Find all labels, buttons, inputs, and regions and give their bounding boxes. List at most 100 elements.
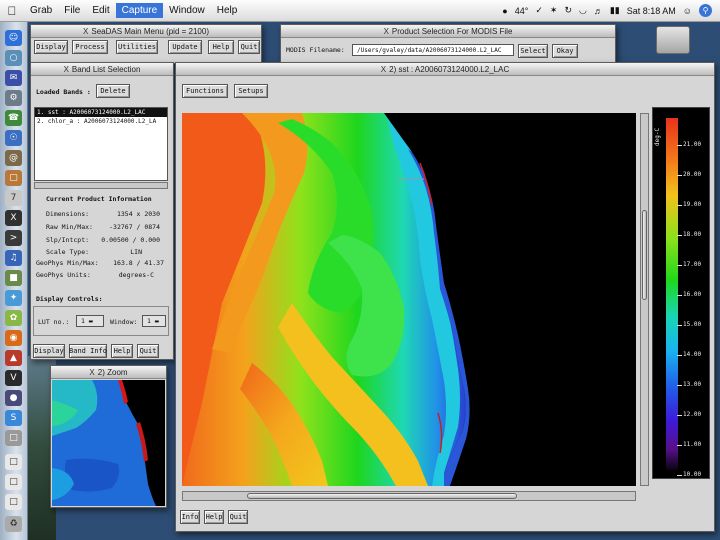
image-window-titlebar[interactable]: X 2) sst : A2006073124000.L2_LAC: [176, 63, 714, 76]
display-controls-label: Display Controls:: [36, 295, 103, 303]
help-button[interactable]: Help: [208, 40, 234, 54]
band-info-button[interactable]: Band Info: [69, 344, 107, 358]
zoom-title: 2) Zoom: [97, 367, 128, 377]
temperature-readout: 44°: [514, 5, 529, 16]
volume-icon[interactable]: ♬: [594, 6, 603, 16]
colorbar-ticks: 21.00 20.00 19.00 18.00 17.00 16.00 15.00 14.00…: [652, 107, 710, 479]
colorbar-tick: [677, 385, 682, 386]
colorbar-tick: [677, 175, 682, 176]
quit-button[interactable]: Quit: [238, 40, 260, 54]
skype-icon[interactable]: S: [5, 410, 22, 426]
zoom-titlebar[interactable]: X 2) Zoom: [51, 366, 166, 379]
setups-button[interactable]: Setups: [234, 84, 268, 98]
vpn-icon[interactable]: V: [5, 370, 22, 386]
menu-file[interactable]: File: [58, 3, 86, 18]
menu-edit[interactable]: Edit: [86, 3, 115, 18]
menu-help[interactable]: Help: [211, 3, 244, 18]
band-listbox[interactable]: 1. sst : A2006073124000.L2_LAC 2. chlor_…: [34, 107, 168, 181]
finder-icon[interactable]: ☺: [5, 30, 22, 46]
documents-icon[interactable]: □: [5, 430, 22, 446]
colorbar-tick: [677, 235, 682, 236]
document-icon-1[interactable]: □: [5, 454, 22, 470]
scale-type-value: LIN: [130, 248, 142, 256]
delete-button[interactable]: Delete: [96, 84, 130, 98]
dropdown-arrow-icon: ▬: [154, 317, 159, 325]
menu-grab[interactable]: Grab: [24, 3, 58, 18]
colorbar-tick-label: 21.00: [683, 141, 702, 148]
apple-menu-icon[interactable]: : [0, 4, 24, 18]
globe-icon[interactable]: ☉: [5, 130, 22, 146]
dropdown-arrow-icon: ▬: [88, 317, 93, 325]
calendar-icon[interactable]: 7: [5, 190, 22, 206]
horizontal-scroll-thumb[interactable]: [247, 493, 517, 499]
band-list-item[interactable]: 1. sst : A2006073124000.L2_LAC: [35, 108, 167, 117]
band-list-item[interactable]: 2. chlor_a : A2006073124000.L2_LA: [35, 117, 167, 126]
bluetooth-icon[interactable]: ✶: [550, 5, 558, 16]
document-icon-3[interactable]: □: [5, 494, 22, 510]
terminal-icon[interactable]: >: [5, 230, 22, 246]
vertical-scroll-thumb[interactable]: [642, 210, 647, 300]
lut-label: LUT no.:: [38, 318, 70, 326]
battery-icon[interactable]: ▮▮: [610, 5, 620, 16]
x11-icon[interactable]: X: [5, 210, 22, 226]
info-button[interactable]: Info: [180, 510, 200, 524]
band-help-button[interactable]: Help: [111, 344, 133, 358]
modis-filename-field[interactable]: /Users/gvaley/data/A2006073124000.L2_LAC: [352, 44, 514, 56]
product-selection-titlebar[interactable]: X Product Selection For MODIS File: [281, 25, 615, 38]
functions-button[interactable]: Functions: [182, 84, 228, 98]
image-horizontal-scrollbar[interactable]: [182, 491, 636, 501]
sst-image[interactable]: [182, 113, 636, 486]
clock[interactable]: Sat 8:18 AM: [627, 6, 676, 16]
band-quit-button[interactable]: Quit: [137, 344, 159, 358]
geophys-units-label: GeoPhys Units:: [36, 271, 91, 279]
band-list-titlebar[interactable]: X Band List Selection: [31, 63, 173, 76]
utilities-button[interactable]: Utilities: [116, 40, 158, 54]
image-help-button[interactable]: Help: [204, 510, 224, 524]
document-icon-2[interactable]: □: [5, 474, 22, 490]
app-icon-green[interactable]: ✿: [5, 310, 22, 326]
display-button[interactable]: Display: [34, 40, 68, 54]
ichat-icon[interactable]: ☎: [5, 110, 22, 126]
menu-capture[interactable]: Capture: [115, 3, 164, 18]
lut-dropdown[interactable]: 1 ▬: [76, 315, 104, 327]
weather-icon[interactable]: ●: [502, 6, 507, 16]
itunes-icon[interactable]: ♫: [5, 250, 22, 266]
update-button[interactable]: Update: [168, 40, 202, 54]
seadas-main-title: SeaDAS Main Menu (pid = 2100): [91, 26, 209, 36]
band-display-button[interactable]: Display: [33, 344, 65, 358]
band-list-title: Band List Selection: [71, 64, 141, 74]
firefox-icon[interactable]: ◉: [5, 330, 22, 346]
spotlight-icon[interactable]: ⚲: [699, 4, 712, 17]
window-value: 1: [147, 317, 151, 325]
colorbar-tick-label: 18.00: [683, 231, 702, 238]
hard-drive-icon[interactable]: [656, 26, 690, 54]
select-button[interactable]: Select: [518, 44, 548, 58]
mail-icon[interactable]: ✉: [5, 70, 22, 86]
dock: ☺ ○ ✉ ⚙ ☎ ☉ @ ▢ 7 X > ♫ ■ ✦ ✿ ◉ ▲ V ● S …: [0, 22, 28, 540]
colorbar-tick-label: 16.00: [683, 291, 702, 298]
sync-icon[interactable]: ↻: [564, 5, 572, 16]
seadas-main-titlebar[interactable]: X SeaDAS Main Menu (pid = 2100): [31, 25, 261, 38]
okay-button[interactable]: Okay: [552, 44, 578, 58]
colorbar-tick-label: 15.00: [683, 321, 702, 328]
dimensions-label: Dimensions:: [46, 210, 90, 218]
app-icon-purple[interactable]: ●: [5, 390, 22, 406]
zoom-image[interactable]: [52, 380, 165, 506]
address-book-icon[interactable]: @: [5, 150, 22, 166]
script-menu-icon[interactable]: ✓: [535, 5, 543, 16]
preview-icon[interactable]: ▢: [5, 170, 22, 186]
band-list-scrollbar[interactable]: [34, 182, 168, 189]
app-icon-red[interactable]: ▲: [5, 350, 22, 366]
menu-window[interactable]: Window: [163, 3, 211, 18]
process-button[interactable]: Process: [72, 40, 108, 54]
window-dropdown[interactable]: 1 ▬: [142, 315, 166, 327]
photo-icon[interactable]: ■: [5, 270, 22, 286]
image-vertical-scrollbar[interactable]: [640, 113, 649, 486]
utility-icon[interactable]: ⚙: [5, 90, 22, 106]
network-icon[interactable]: ○: [5, 50, 22, 66]
user-icon[interactable]: ☺: [683, 6, 692, 16]
trash-icon[interactable]: ♻: [5, 516, 22, 532]
image-quit-button[interactable]: Quit: [228, 510, 248, 524]
safari-icon[interactable]: ✦: [5, 290, 22, 306]
airport-icon[interactable]: ◡: [579, 5, 587, 16]
